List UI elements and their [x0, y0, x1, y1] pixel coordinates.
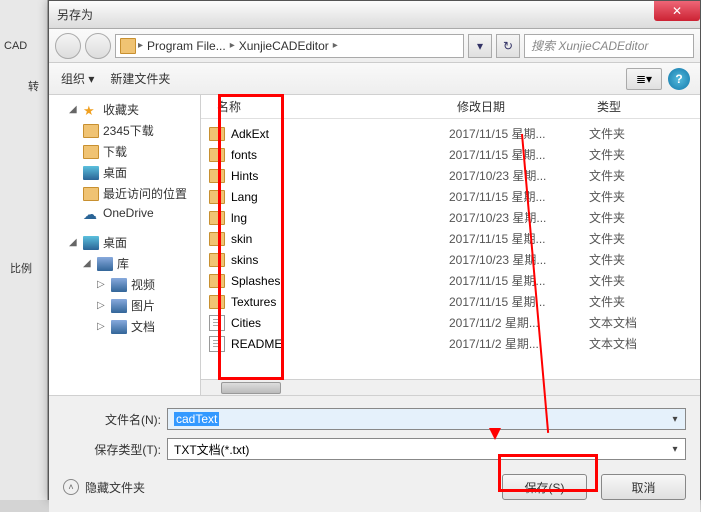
filetype-label: 保存类型(T): — [63, 441, 167, 458]
chevron-up-icon: ˄ — [63, 479, 79, 495]
file-icon — [209, 315, 225, 331]
view-button[interactable]: ≣ ▾ — [626, 68, 662, 90]
tree-item[interactable]: 最近访问的位置 — [51, 183, 198, 204]
list-item[interactable]: README2017/11/2 星期...文本文档 — [201, 333, 700, 354]
list-item[interactable]: AdkExt2017/11/15 星期...文件夹 — [201, 123, 700, 144]
list-item[interactable]: Hints2017/10/23 星期...文件夹 — [201, 165, 700, 186]
tree-item[interactable]: 2345下载 — [51, 120, 198, 141]
filename-input[interactable]: cadText ▾ — [167, 408, 686, 430]
file-list: 名称 修改日期 类型 AdkExt2017/11/15 星期...文件夹font… — [201, 95, 700, 395]
tree-item[interactable]: ▷视频 — [51, 274, 198, 295]
column-type[interactable]: 类型 — [589, 95, 700, 118]
close-button[interactable]: ✕ — [654, 1, 700, 21]
folder-icon — [209, 274, 225, 288]
folder-icon — [209, 211, 225, 225]
tree-favorites[interactable]: ◢★收藏夹 — [51, 99, 198, 120]
tree-item[interactable]: 桌面 — [51, 162, 198, 183]
list-item[interactable]: skin2017/11/15 星期...文件夹 — [201, 228, 700, 249]
column-date[interactable]: 修改日期 — [449, 95, 589, 118]
folder-icon — [209, 295, 225, 309]
bg-cad-label: CAD — [4, 40, 27, 52]
filetype-select[interactable]: TXT文档(*.txt) ▾ — [167, 438, 686, 460]
save-button[interactable]: 保存(S) — [502, 474, 587, 500]
tree-libraries[interactable]: ◢库 — [51, 253, 198, 274]
breadcrumb-item[interactable]: XunjieCADEditor — [237, 39, 331, 53]
list-header: 名称 修改日期 类型 — [201, 95, 700, 119]
folder-icon — [83, 145, 99, 159]
desktop-icon — [83, 236, 99, 250]
breadcrumb-item[interactable]: Program File... — [145, 39, 228, 53]
breadcrumb[interactable]: ▸ Program File... ▸ XunjieCADEditor ▸ — [115, 34, 464, 58]
folder-icon — [209, 127, 225, 141]
image-icon — [111, 299, 127, 313]
refresh-button[interactable]: ↻ — [496, 34, 520, 58]
organize-menu[interactable]: 组织 ▾ — [61, 70, 94, 87]
dialog-title: 另存为 — [57, 6, 93, 23]
navbar: ▸ Program File... ▸ XunjieCADEditor ▸ ▾ … — [49, 29, 700, 63]
list-item[interactable]: fonts2017/11/15 星期...文件夹 — [201, 144, 700, 165]
list-item[interactable]: Splashes2017/11/15 星期...文件夹 — [201, 270, 700, 291]
save-as-dialog: 另存为 ✕ ▸ Program File... ▸ XunjieCADEdito… — [48, 0, 701, 500]
bottom-panel: 文件名(N): cadText ▾ 保存类型(T): TXT文档(*.txt) … — [49, 395, 700, 512]
titlebar: 另存为 ✕ — [49, 1, 700, 29]
list-item[interactable]: Lang2017/11/15 星期...文件夹 — [201, 186, 700, 207]
list-item[interactable]: Cities2017/11/2 星期...文本文档 — [201, 312, 700, 333]
cancel-button[interactable]: 取消 — [601, 474, 686, 500]
column-name[interactable]: 名称 — [209, 95, 449, 118]
tree-item[interactable]: ▷文档 — [51, 316, 198, 337]
forward-button[interactable] — [85, 33, 111, 59]
list-item[interactable]: Textures2017/11/15 星期...文件夹 — [201, 291, 700, 312]
folder-icon — [120, 38, 136, 54]
chevron-right-icon: ▸ — [230, 40, 235, 51]
folder-icon — [209, 190, 225, 204]
folder-icon — [209, 169, 225, 183]
help-button[interactable]: ? — [668, 68, 690, 90]
chevron-right-icon: ▸ — [138, 40, 143, 51]
video-icon — [111, 278, 127, 292]
folder-icon — [209, 148, 225, 162]
toolbar: 组织 ▾ 新建文件夹 ≣ ▾ ? — [49, 63, 700, 95]
horizontal-scrollbar[interactable] — [201, 379, 700, 395]
star-icon: ★ — [83, 103, 99, 117]
tree-desktop[interactable]: ◢桌面 — [51, 232, 198, 253]
folder-icon — [83, 124, 99, 138]
recent-icon — [83, 187, 99, 201]
back-button[interactable] — [55, 33, 81, 59]
folder-icon — [209, 253, 225, 267]
dropdown-button[interactable]: ▾ — [468, 34, 492, 58]
desktop-icon — [83, 166, 99, 180]
cloud-icon: ☁ — [83, 206, 99, 220]
bg-trans-label: 转 — [28, 78, 39, 94]
folder-tree[interactable]: ◢★收藏夹 2345下载 下载 桌面 最近访问的位置 ☁OneDrive ◢桌面… — [49, 95, 201, 395]
tree-item[interactable]: ☁OneDrive — [51, 204, 198, 222]
chevron-right-icon: ▸ — [333, 40, 338, 51]
hide-folders-toggle[interactable]: ˄ 隐藏文件夹 — [63, 479, 145, 496]
list-item[interactable]: skins2017/10/23 星期...文件夹 — [201, 249, 700, 270]
folder-icon — [209, 232, 225, 246]
tree-item[interactable]: 下载 — [51, 141, 198, 162]
new-folder-button[interactable]: 新建文件夹 — [110, 70, 170, 87]
search-input[interactable]: 搜索 XunjieCADEditor — [524, 34, 694, 58]
document-icon — [111, 320, 127, 334]
list-item[interactable]: lng2017/10/23 星期...文件夹 — [201, 207, 700, 228]
file-icon — [209, 336, 225, 352]
bg-ratio-label: 比例 — [10, 260, 32, 276]
chevron-down-icon[interactable]: ▾ — [667, 440, 683, 458]
chevron-down-icon[interactable]: ▾ — [667, 410, 683, 428]
filename-label: 文件名(N): — [63, 411, 167, 428]
library-icon — [97, 257, 113, 271]
tree-item[interactable]: ▷图片 — [51, 295, 198, 316]
